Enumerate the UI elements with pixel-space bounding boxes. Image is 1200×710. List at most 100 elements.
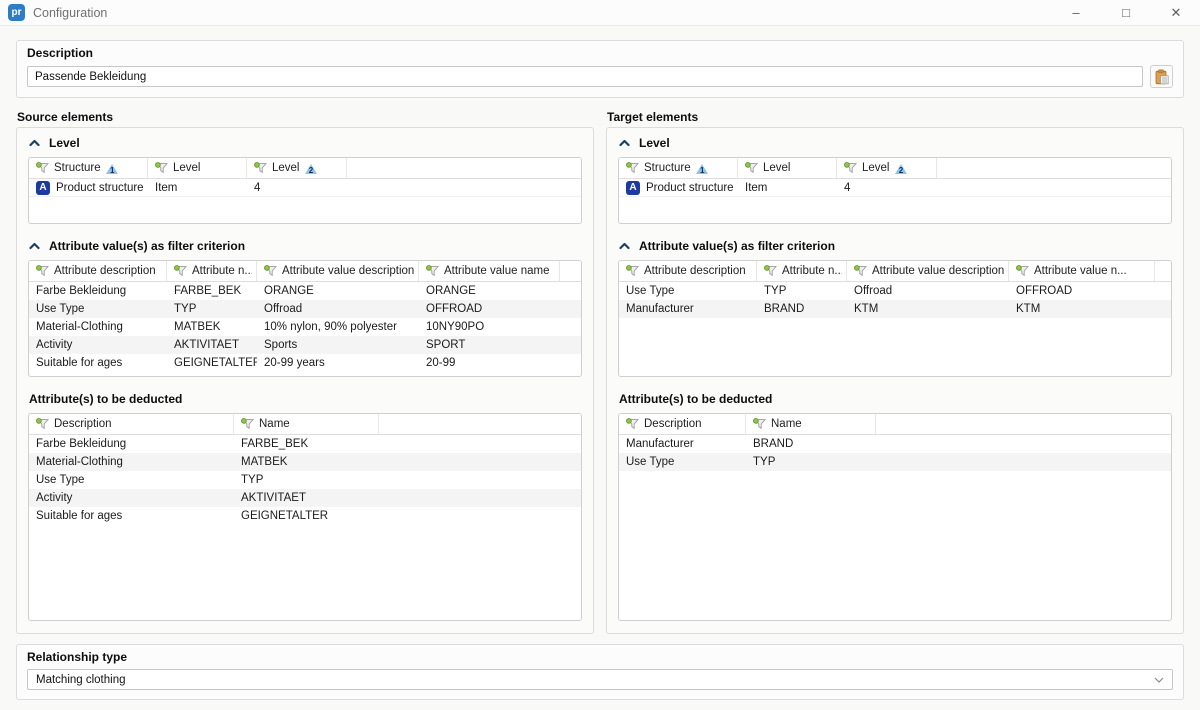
section-title: Attribute(s) to be deducted bbox=[29, 392, 182, 406]
maximize-icon[interactable]: □ bbox=[1118, 6, 1134, 19]
filter-icon[interactable] bbox=[626, 418, 639, 430]
filter-icon[interactable] bbox=[241, 418, 254, 430]
source-level-section-header[interactable]: Level bbox=[29, 136, 582, 150]
column-header-attribute-name[interactable]: Attribute n... bbox=[167, 261, 257, 281]
filter-icon[interactable] bbox=[844, 162, 857, 174]
column-header-filler bbox=[379, 414, 581, 434]
table-row[interactable]: Suitable for agesGEIGNETALTER20-99 years… bbox=[29, 354, 581, 372]
description-row bbox=[27, 65, 1173, 88]
target-level-section-header[interactable]: Level bbox=[619, 136, 1172, 150]
column-header-name[interactable]: Name bbox=[234, 414, 379, 434]
table-row[interactable]: Use TypeTYPOffroadOFFROAD bbox=[29, 300, 581, 318]
source-filter-table: Attribute description Attribute n... Att… bbox=[28, 260, 582, 377]
table-row[interactable]: Farbe BekleidungFARBE_BEK bbox=[29, 435, 581, 453]
column-header-filler bbox=[347, 158, 581, 178]
filter-icon[interactable] bbox=[254, 162, 267, 174]
table-cell: 20-99 bbox=[419, 354, 560, 372]
filter-icon[interactable] bbox=[36, 162, 49, 174]
column-header-name[interactable]: Name bbox=[746, 414, 876, 434]
table-cell: AKTIVITAET bbox=[234, 489, 379, 507]
description-input[interactable] bbox=[27, 66, 1143, 87]
table-cell: BRAND bbox=[746, 435, 876, 453]
collapse-icon[interactable] bbox=[29, 139, 40, 147]
filter-icon[interactable] bbox=[264, 265, 277, 277]
column-header-attribute-name[interactable]: Attribute n... bbox=[757, 261, 847, 281]
table-row[interactable]: ActivityAKTIVITAETSportsSPORT bbox=[29, 336, 581, 354]
source-filter-section-header[interactable]: Attribute value(s) as filter criterion bbox=[29, 239, 582, 253]
table-row[interactable]: Use TypeTYPOffroadOFFROAD bbox=[619, 282, 1171, 300]
table-row[interactable]: Suitable for agesGEIGNETALTER bbox=[29, 507, 581, 525]
cell-text: Farbe Bekleidung bbox=[36, 438, 126, 450]
column-header-attribute-description[interactable]: Attribute description bbox=[619, 261, 757, 281]
cell-text: TYP bbox=[174, 303, 196, 315]
table-cell: 10% nylon, 90% polyester bbox=[257, 318, 419, 336]
filter-icon[interactable] bbox=[745, 162, 758, 174]
column-header-description[interactable]: Description bbox=[619, 414, 746, 434]
paste-button[interactable] bbox=[1150, 65, 1173, 88]
filter-icon[interactable] bbox=[426, 265, 439, 277]
cell-text: 10% nylon, 90% polyester bbox=[264, 321, 397, 333]
target-filter-section-header[interactable]: Attribute value(s) as filter criterion bbox=[619, 239, 1172, 253]
filter-icon[interactable] bbox=[36, 265, 49, 277]
table-row[interactable]: ActivityAKTIVITAET bbox=[29, 489, 581, 507]
table-row[interactable]: ManufacturerBRAND bbox=[619, 435, 1171, 453]
table-row[interactable]: Use TypeTYP bbox=[619, 453, 1171, 471]
column-header-attribute-description[interactable]: Attribute description bbox=[29, 261, 167, 281]
source-panel: Level Structure 1 Level bbox=[16, 127, 594, 634]
table-cell: Use Type bbox=[619, 453, 746, 471]
filter-icon[interactable] bbox=[626, 265, 639, 277]
relationship-type-select[interactable]: Matching clothing bbox=[27, 669, 1173, 690]
collapse-icon[interactable] bbox=[29, 242, 40, 250]
minimize-icon[interactable]: – bbox=[1068, 6, 1084, 19]
table-cell: AKTIVITAET bbox=[167, 336, 257, 354]
column-header-label: Description bbox=[644, 418, 702, 430]
column-header-label: Level bbox=[272, 162, 300, 174]
cell-text: Item bbox=[745, 182, 767, 194]
table-header-row: Structure 1 Level Level 2 bbox=[619, 158, 1171, 179]
table-cell: FARBE_BEK bbox=[167, 282, 257, 300]
filter-icon[interactable] bbox=[854, 265, 867, 277]
column-header-attribute-value-name[interactable]: Attribute value name bbox=[419, 261, 560, 281]
column-header-structure[interactable]: Structure 1 bbox=[619, 158, 738, 178]
close-icon[interactable]: ✕ bbox=[1168, 6, 1184, 19]
table-row[interactable]: Material-ClothingMATBEK10% nylon, 90% po… bbox=[29, 318, 581, 336]
filter-icon[interactable] bbox=[753, 418, 766, 430]
table-row[interactable]: AProduct structureItem4 bbox=[29, 179, 581, 197]
collapse-icon[interactable] bbox=[619, 139, 630, 147]
section-title: Attribute(s) to be deducted bbox=[619, 392, 772, 406]
filter-icon[interactable] bbox=[1016, 265, 1029, 277]
table-row[interactable]: ManufacturerBRANDKTMKTM bbox=[619, 300, 1171, 318]
section-title: Level bbox=[639, 136, 670, 150]
cell-text: Suitable for ages bbox=[36, 357, 122, 369]
column-header-label: Name bbox=[259, 418, 290, 430]
cell-text: Use Type bbox=[626, 285, 674, 297]
table-row[interactable]: Use TypeTYP bbox=[29, 471, 581, 489]
table-cell: Material-Clothing bbox=[29, 453, 234, 471]
column-header-attribute-value-description[interactable]: Attribute value description bbox=[257, 261, 419, 281]
filter-icon[interactable] bbox=[174, 265, 187, 277]
column-header-level[interactable]: Level bbox=[738, 158, 837, 178]
column-header-attribute-value-description[interactable]: Attribute value description bbox=[847, 261, 1009, 281]
column-header-description[interactable]: Description bbox=[29, 414, 234, 434]
cell-text: KTM bbox=[1016, 303, 1040, 315]
column-header-structure[interactable]: Structure 1 bbox=[29, 158, 148, 178]
table-cell: OFFROAD bbox=[419, 300, 560, 318]
table-cell: Activity bbox=[29, 336, 167, 354]
table-row[interactable]: Farbe BekleidungFARBE_BEKORANGEORANGE bbox=[29, 282, 581, 300]
table-row[interactable]: AProduct structureItem4 bbox=[619, 179, 1171, 197]
filter-icon[interactable] bbox=[764, 265, 777, 277]
cell-text: Use Type bbox=[36, 303, 84, 315]
table-row[interactable]: Material-ClothingMATBEK bbox=[29, 453, 581, 471]
target-panel: Level Structure 1 Level bbox=[606, 127, 1184, 634]
chevron-down-icon bbox=[1154, 677, 1164, 683]
column-header-level-number[interactable]: Level 2 bbox=[247, 158, 347, 178]
filter-icon[interactable] bbox=[626, 162, 639, 174]
column-header-level[interactable]: Level bbox=[148, 158, 247, 178]
column-header-attribute-value-name[interactable]: Attribute value n... bbox=[1009, 261, 1155, 281]
cell-text: KTM bbox=[854, 303, 878, 315]
collapse-icon[interactable] bbox=[619, 242, 630, 250]
filter-icon[interactable] bbox=[36, 418, 49, 430]
filter-icon[interactable] bbox=[155, 162, 168, 174]
column-header-level-number[interactable]: Level 2 bbox=[837, 158, 937, 178]
table-cell: TYP bbox=[167, 300, 257, 318]
